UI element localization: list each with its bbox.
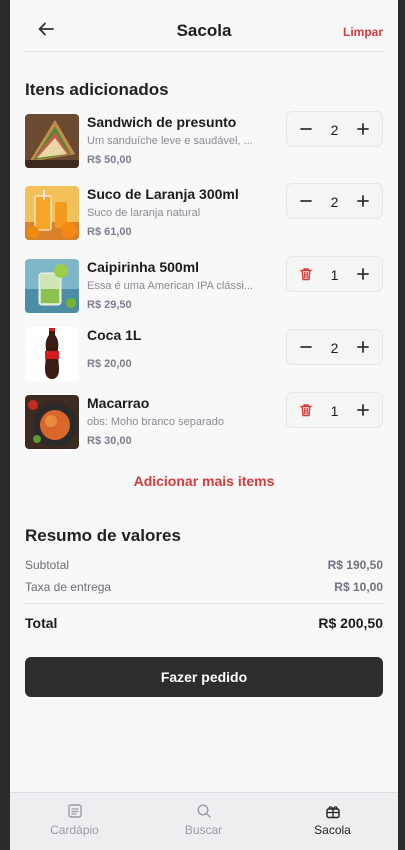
cart-item-sandwich: Sandwich de presunto Um sanduíche leve e… bbox=[25, 111, 383, 170]
items-section-title: Itens adicionados bbox=[25, 80, 169, 99]
cart-item-macarrao: Macarrao obs: Moho branco separado R$ 30… bbox=[25, 392, 383, 451]
cart-item-orange-juice: Suco de Laranja 300ml Suco de laranja na… bbox=[25, 183, 383, 242]
increase-button[interactable] bbox=[353, 119, 373, 139]
bag-icon bbox=[326, 806, 340, 819]
bottom-tab-bar: Cardápio Buscar Sacola bbox=[10, 792, 398, 850]
total-row: Total R$ 200,50 bbox=[25, 615, 383, 631]
place-order-button[interactable]: Fazer pedido bbox=[25, 657, 383, 697]
tab-label: Cardápio bbox=[50, 823, 99, 837]
item-price: R$ 30,00 bbox=[87, 435, 132, 447]
quantity-stepper: 2 bbox=[286, 111, 383, 147]
cart-item-caipirinha: Caipirinha 500ml Essa é uma American IPA… bbox=[25, 256, 383, 315]
summary-title: Resumo de valores bbox=[25, 526, 181, 545]
clear-button[interactable]: Limpar bbox=[343, 25, 383, 39]
coca-bottle-image bbox=[25, 327, 79, 381]
plus-icon bbox=[357, 268, 369, 280]
plus-icon bbox=[357, 123, 369, 135]
tab-label: Sacola bbox=[314, 823, 351, 837]
add-more-items-link[interactable]: Adicionar mais items bbox=[10, 473, 398, 489]
item-description: Suco de laranja natural bbox=[87, 207, 201, 219]
delivery-fee-label: Taxa de entrega bbox=[25, 580, 112, 594]
item-price: R$ 61,00 bbox=[87, 226, 132, 238]
item-name: Suco de Laranja 300ml bbox=[87, 186, 239, 202]
item-name: Coca 1L bbox=[87, 327, 142, 343]
total-value: R$ 200,50 bbox=[318, 615, 383, 631]
summary-divider bbox=[25, 603, 383, 604]
item-description: obs: Moho branco separado bbox=[87, 416, 224, 428]
item-name: Macarrao bbox=[87, 395, 150, 411]
cart-item-coca: Coca 1L R$ 20,00 2 bbox=[25, 327, 383, 383]
item-price: R$ 20,00 bbox=[87, 358, 132, 370]
orange-juice-image bbox=[25, 186, 79, 240]
menu-card-icon bbox=[68, 804, 82, 818]
subtotal-label: Subtotal bbox=[25, 558, 70, 572]
increase-button[interactable] bbox=[353, 264, 373, 284]
quantity-stepper: 1 bbox=[286, 256, 383, 292]
subtotal-row: Subtotal R$ 190,50 bbox=[25, 558, 383, 572]
item-description: Um sanduíche leve e saudável, ... bbox=[87, 135, 253, 147]
item-name: Sandwich de presunto bbox=[87, 114, 237, 130]
caipirinha-image bbox=[25, 259, 79, 313]
delivery-fee-value: R$ 10,00 bbox=[334, 580, 383, 594]
increase-button[interactable] bbox=[353, 400, 373, 420]
plus-icon bbox=[357, 404, 369, 416]
search-icon bbox=[197, 804, 211, 818]
delivery-fee-row: Taxa de entrega R$ 10,00 bbox=[25, 580, 383, 594]
tab-cardapio[interactable]: Cardápio bbox=[10, 793, 139, 850]
plus-icon bbox=[357, 341, 369, 353]
tab-buscar[interactable]: Buscar bbox=[139, 793, 268, 850]
quantity-stepper: 2 bbox=[286, 329, 383, 365]
plus-icon bbox=[357, 195, 369, 207]
tab-label: Buscar bbox=[184, 823, 223, 837]
quantity-stepper: 1 bbox=[286, 392, 383, 428]
item-name: Caipirinha 500ml bbox=[87, 259, 200, 275]
increase-button[interactable] bbox=[353, 191, 373, 211]
subtotal-value: R$ 190,50 bbox=[327, 558, 383, 572]
tab-sacola[interactable]: Sacola bbox=[268, 793, 397, 850]
quantity-stepper: 2 bbox=[286, 183, 383, 219]
app-screen: Sacola Limpar Itens adicionados Sandwich… bbox=[10, 0, 398, 850]
increase-button[interactable] bbox=[353, 337, 373, 357]
total-label: Total bbox=[25, 615, 58, 631]
item-price: R$ 29,50 bbox=[87, 299, 132, 311]
sandwich-image bbox=[25, 114, 79, 168]
item-description: Essa é uma American IPA clássi... bbox=[87, 280, 254, 292]
item-price: R$ 50,00 bbox=[87, 154, 132, 166]
top-bar: Sacola Limpar bbox=[25, 0, 383, 52]
pasta-image bbox=[25, 395, 79, 449]
page-title: Sacola bbox=[176, 21, 232, 40]
